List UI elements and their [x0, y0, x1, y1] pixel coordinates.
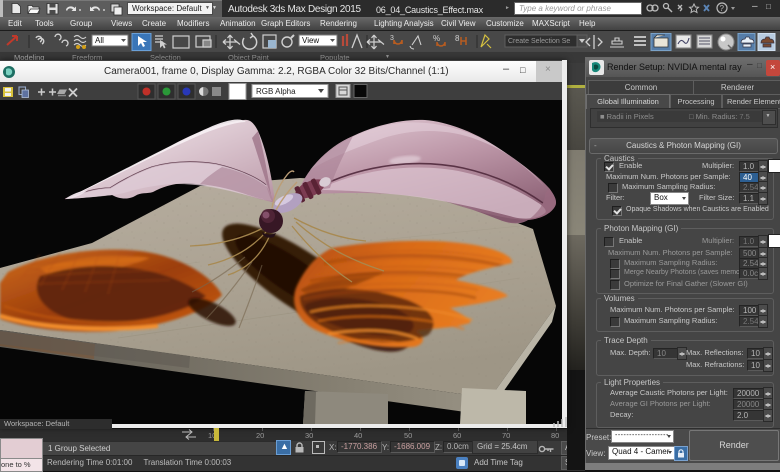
- svg-text:All: All: [95, 36, 104, 45]
- svg-text:8: 8: [455, 34, 460, 43]
- svg-text:RGB Alpha: RGB Alpha: [256, 87, 296, 96]
- svg-text:%: %: [433, 34, 440, 43]
- svg-text:View: View: [302, 36, 319, 45]
- svg-text:?: ?: [720, 4, 725, 13]
- svg-text:Create Selection Se: Create Selection Se: [508, 38, 570, 45]
